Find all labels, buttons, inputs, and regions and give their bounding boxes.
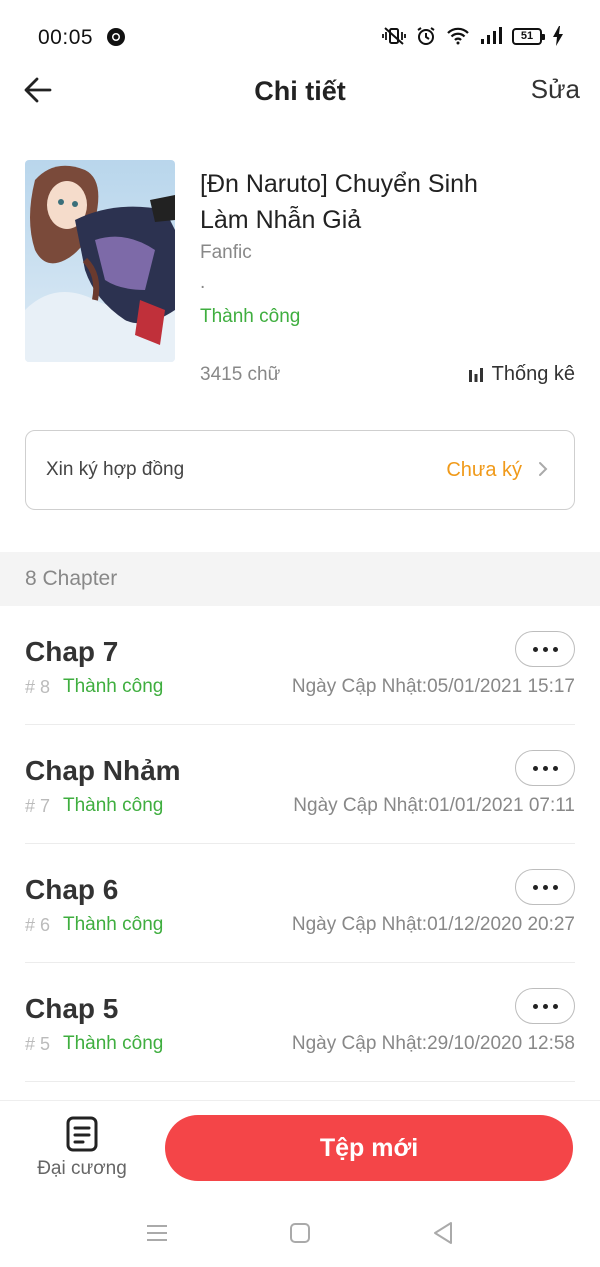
more-dots-icon [552, 765, 558, 771]
menu-nav-button[interactable] [142, 1218, 172, 1248]
chapter-title: Chap 6 [25, 874, 119, 905]
chapter-item[interactable]: Chap Nhảm # 7 Thành công Ngày Cập Nhật:0… [25, 725, 575, 844]
chapter-item[interactable]: Chap 7 # 8 Thành công Ngày Cập Nhật:05/0… [25, 606, 575, 725]
home-nav-button[interactable] [285, 1218, 315, 1248]
chapter-number: # 6 [25, 915, 51, 935]
word-count: 3415 chữ [200, 364, 281, 385]
wifi-icon [446, 27, 470, 45]
chapter-count: 8 Chapter [25, 567, 118, 590]
book-cover[interactable] [25, 160, 175, 362]
chapter-section-header: 8 Chapter [0, 552, 600, 606]
outline-button[interactable]: Đại cương [32, 1116, 132, 1186]
system-nav-bar [0, 1200, 600, 1267]
outline-label: Đại cương [37, 1158, 127, 1179]
more-dots-icon [542, 1003, 548, 1009]
contract-label: Xin ký hợp đồng [46, 459, 185, 480]
more-dots-icon [532, 765, 538, 771]
chapter-number: # 5 [25, 1034, 51, 1054]
more-dots-icon [552, 1003, 558, 1009]
more-dots-icon [552, 646, 558, 652]
status-icons: 51 [382, 26, 564, 46]
battery-indicator: 51 [512, 27, 545, 45]
back-triangle-icon [434, 1222, 452, 1244]
more-options-button[interactable] [515, 631, 575, 667]
contract-status: Chưa ký [446, 459, 522, 481]
book-info: [Đn Naruto] Chuyển Sinh Làm Nhẫn Giả Fan… [25, 160, 575, 400]
chapter-status: Thành công [63, 1033, 164, 1054]
chapter-status: Thành công [63, 676, 164, 697]
more-dots-icon [532, 1003, 538, 1009]
book-genre: Fanfic [200, 242, 252, 263]
more-dots-icon [532, 884, 538, 890]
chapter-number: # 8 [25, 677, 51, 697]
chapter-number: # 7 [25, 796, 51, 816]
chevron-right-icon [538, 461, 548, 482]
chapter-updated-date: Ngày Cập Nhật:01/12/2020 20:27 [291, 914, 575, 935]
book-title: [Đn Naruto] Chuyển Sinh Làm Nhẫn Giả [200, 170, 478, 234]
status-time: 00:05 [38, 26, 94, 49]
stats-label: Thống kê [491, 363, 575, 385]
new-chapter-button[interactable]: Tệp mới [165, 1115, 573, 1181]
vibrate-mute-icon [382, 26, 406, 46]
book-status: Thành công [200, 306, 301, 327]
more-options-button[interactable] [515, 988, 575, 1024]
bottom-action-bar: Đại cương Tệp mới [0, 1100, 600, 1200]
document-icon [66, 1116, 98, 1152]
chapter-list: Chap 7 # 8 Thành công Ngày Cập Nhật:05/0… [0, 606, 600, 1082]
more-dots-icon [552, 884, 558, 890]
more-dots-icon [542, 765, 548, 771]
charging-icon [552, 26, 564, 46]
edit-button[interactable]: Sửa [531, 74, 580, 105]
more-options-button[interactable] [515, 750, 575, 786]
more-dots-icon [532, 646, 538, 652]
alarm-icon [416, 26, 436, 46]
header: Chi tiết Sửa [0, 62, 600, 122]
chapter-title: Chap 5 [25, 993, 119, 1024]
chrome-icon [106, 27, 126, 47]
chapter-updated-date: Ngày Cập Nhật:29/10/2020 12:58 [291, 1033, 575, 1054]
more-dots-icon [542, 884, 548, 890]
more-dots-icon [542, 646, 548, 652]
more-options-button[interactable] [515, 869, 575, 905]
contract-card[interactable]: Xin ký hợp đồng Chưa ký [25, 430, 575, 510]
signal-icon [480, 27, 502, 45]
book-description: . [200, 272, 206, 293]
stats-button[interactable]: Thống kê [468, 363, 575, 386]
chapter-status: Thành công [63, 795, 164, 816]
back-nav-button[interactable] [428, 1218, 458, 1248]
chapter-title: Chap Nhảm [25, 755, 181, 786]
bar-chart-icon [468, 367, 483, 382]
page-title: Chi tiết [254, 76, 346, 106]
chapter-item[interactable]: Chap 5 # 5 Thành công Ngày Cập Nhật:29/1… [25, 963, 575, 1082]
chapter-updated-date: Ngày Cập Nhật:01/01/2021 07:11 [293, 795, 575, 816]
chapter-status: Thành công [63, 914, 164, 935]
chapter-title: Chap 7 [25, 636, 119, 667]
chapter-updated-date: Ngày Cập Nhật:05/01/2021 15:17 [291, 676, 575, 697]
home-square-icon [290, 1223, 310, 1243]
menu-icon [147, 1225, 167, 1241]
chapter-item[interactable]: Chap 6 # 6 Thành công Ngày Cập Nhật:01/1… [25, 844, 575, 963]
